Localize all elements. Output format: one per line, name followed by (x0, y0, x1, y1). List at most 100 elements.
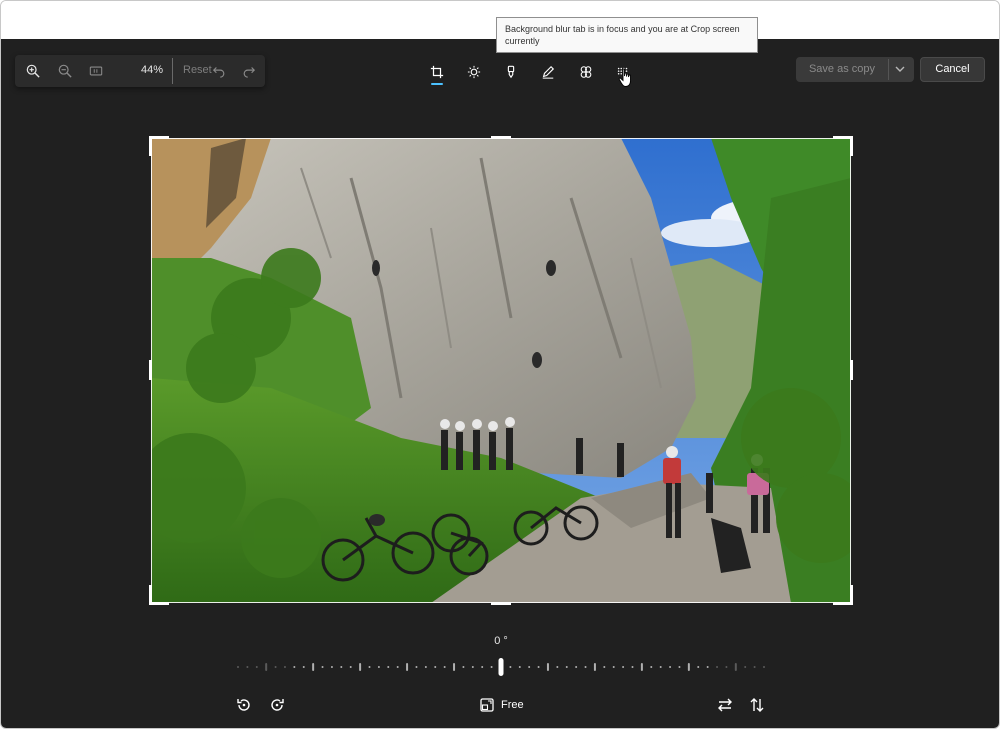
ruler-tick (377, 666, 380, 668)
redo-button[interactable] (238, 60, 260, 82)
undo-button[interactable] (208, 60, 230, 82)
ruler-tick (302, 666, 305, 668)
ruler-tick (716, 666, 719, 668)
ruler-tick (415, 666, 418, 668)
ruler-tick (359, 663, 362, 671)
retouch-icon (507, 65, 515, 79)
ruler-tick (584, 666, 587, 668)
photos-editor-window: 44% Reset Save as copy Cancel 0 ° Free B… (0, 0, 1000, 729)
ruler-tick (565, 666, 568, 668)
toolbar-divider (172, 58, 173, 84)
ruler-tick (650, 666, 653, 668)
zoom-out-button[interactable] (54, 60, 76, 82)
ruler-tick (725, 666, 728, 668)
ruler-tick (603, 666, 606, 668)
editor-canvas: 44% Reset Save as copy Cancel 0 ° Free (1, 39, 999, 728)
rotate-left-button[interactable] (233, 694, 255, 716)
ruler-tick (593, 663, 596, 671)
crop-handle-bottom-left[interactable] (149, 585, 169, 605)
ruler-tick (706, 666, 709, 668)
brightness-icon (467, 65, 481, 79)
ruler-tick (237, 666, 239, 668)
rotate-right-button[interactable] (266, 694, 288, 716)
ruler-tick (255, 666, 258, 668)
split-divider (888, 59, 889, 80)
ruler-tick (246, 666, 249, 668)
ruler-tick (330, 666, 333, 668)
ruler-tick (528, 666, 531, 668)
rock-climbing-photo (151, 138, 851, 603)
ruler-tick (612, 666, 615, 668)
hand-pointer-cursor-icon (618, 68, 631, 87)
tooltip: Background blur tab is in focus and you … (496, 17, 758, 53)
tab-retouch[interactable] (499, 61, 523, 83)
ruler-tick (744, 666, 747, 668)
flip-horizontal-button[interactable] (714, 694, 736, 716)
ruler-tick (518, 666, 521, 668)
zoom-level[interactable]: 44% (127, 64, 163, 76)
active-tab-indicator (431, 83, 443, 85)
ruler-tick (575, 666, 578, 668)
zoom-in-icon (26, 64, 40, 78)
straighten-thumb[interactable] (498, 658, 504, 676)
aspect-ratio-button[interactable]: Free (479, 695, 529, 715)
ruler-tick (293, 666, 296, 668)
crop-handle-left[interactable] (149, 360, 152, 380)
save-as-copy-split-button[interactable]: Save as copy (796, 57, 914, 82)
ruler-tick (753, 666, 756, 668)
crop-icon (430, 65, 444, 79)
filter-icon (580, 66, 592, 78)
cancel-button[interactable]: Cancel (920, 57, 985, 82)
fit-to-window-icon (89, 66, 103, 76)
ruler-tick (434, 666, 437, 668)
ruler-tick (368, 666, 371, 668)
straighten-ruler (237, 658, 765, 676)
pen-icon (542, 65, 555, 79)
flip-horizontal-icon (718, 698, 732, 712)
ruler-tick (283, 666, 286, 668)
tab-filter[interactable] (574, 61, 598, 83)
save-as-copy-button[interactable]: Save as copy (796, 57, 888, 82)
ruler-tick (687, 663, 690, 671)
tab-adjustment[interactable] (462, 61, 486, 83)
chevron-down-icon[interactable] (892, 62, 908, 76)
ruler-tick (471, 666, 474, 668)
ruler-tick (462, 666, 465, 668)
ruler-tick (546, 663, 549, 671)
crop-handle-bottom-right[interactable] (833, 585, 853, 605)
ruler-tick (509, 666, 512, 668)
crop-handle-top-left[interactable] (149, 136, 169, 156)
ruler-tick (678, 666, 681, 668)
ruler-tick (556, 666, 559, 668)
ruler-tick (631, 666, 634, 668)
ruler-tick (697, 666, 700, 668)
tab-markup[interactable] (536, 61, 560, 83)
ruler-tick (453, 663, 456, 671)
rotate-right-icon (271, 699, 284, 711)
crop-handle-top-right[interactable] (833, 136, 853, 156)
ruler-tick (734, 663, 737, 671)
straighten-angle-label: 0 ° (494, 635, 508, 647)
straighten-slider[interactable] (234, 657, 768, 677)
crop-handle-bottom[interactable] (491, 602, 511, 605)
rotate-left-icon (237, 699, 250, 711)
ruler-tick (406, 663, 409, 671)
redo-icon (243, 67, 256, 78)
ruler-tick (274, 666, 277, 668)
ruler-tick (763, 666, 765, 668)
ruler-tick (424, 666, 427, 668)
ruler-tick (349, 666, 352, 668)
photo-preview[interactable] (151, 138, 851, 603)
ruler-tick (321, 666, 324, 668)
ruler-tick (490, 666, 493, 668)
ruler-tick (481, 666, 484, 668)
crop-handle-top[interactable] (491, 136, 511, 139)
flip-vertical-button[interactable] (746, 694, 768, 716)
crop-handle-right[interactable] (850, 360, 853, 380)
fit-to-window-button[interactable] (85, 60, 107, 82)
tab-crop[interactable] (425, 61, 449, 83)
zoom-in-button[interactable] (22, 60, 44, 82)
zoom-out-icon (58, 64, 72, 78)
ruler-tick (396, 666, 399, 668)
ruler-tick (265, 663, 268, 671)
